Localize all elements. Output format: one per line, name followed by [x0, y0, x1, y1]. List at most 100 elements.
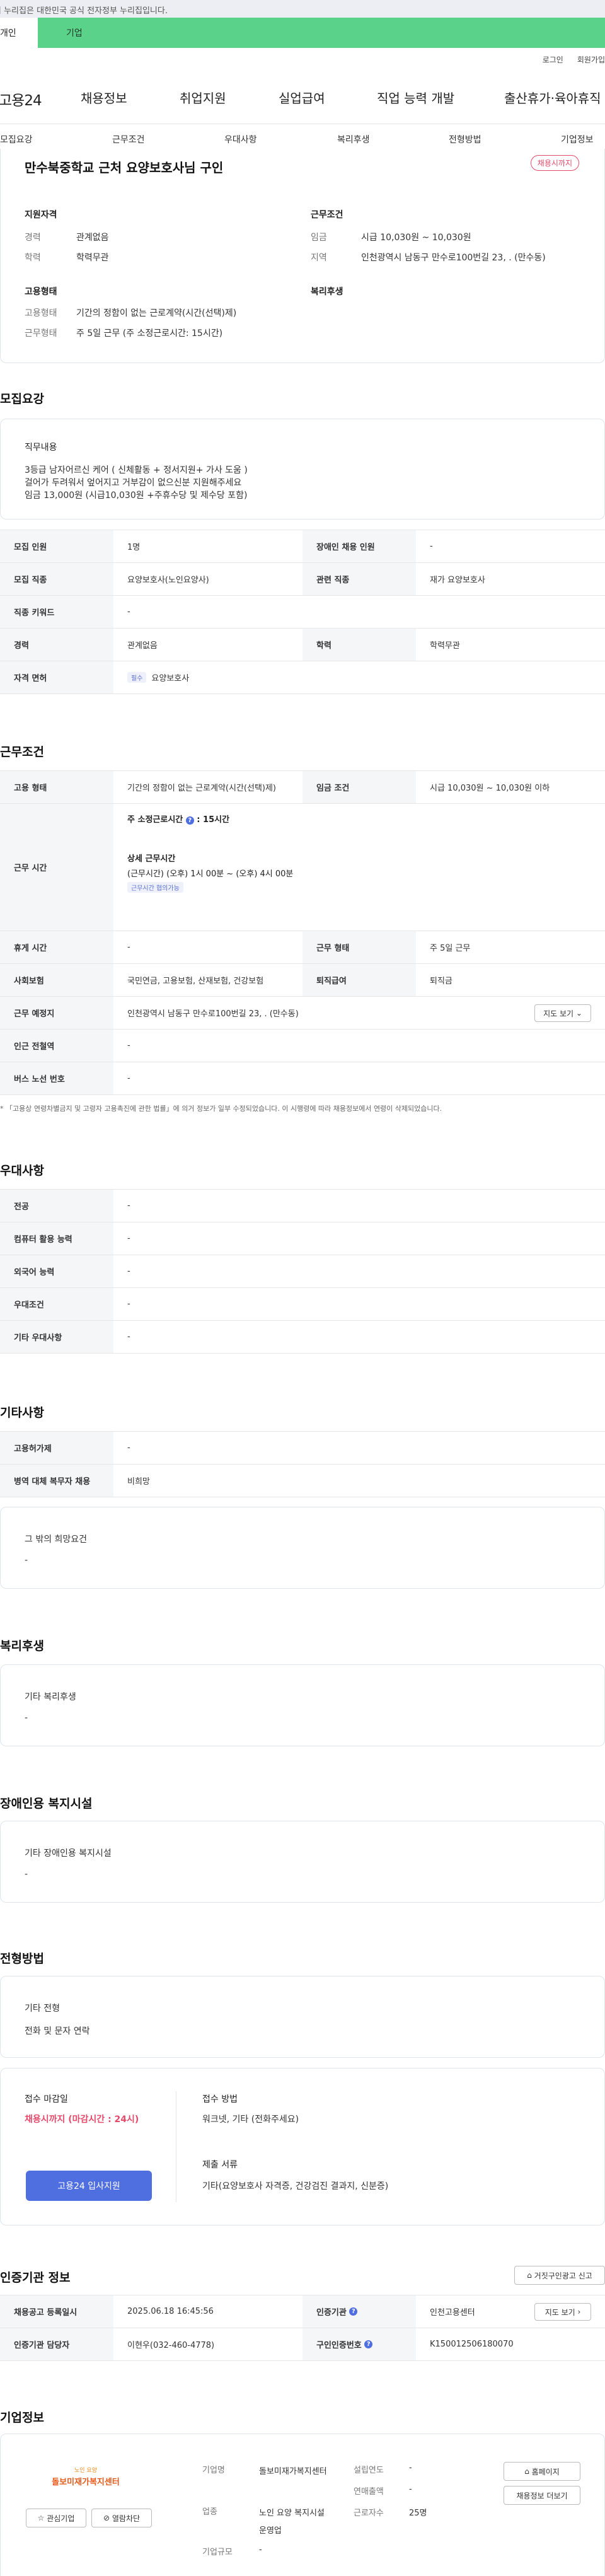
row-value: -	[127, 943, 130, 952]
table-row: 인증기관 담당자 이현우(032-460-4778) 구인인증번호 ? K150012…	[0, 2328, 605, 2361]
table-row: 휴게 시간 - 근무 형태 주 5일 근무	[0, 931, 605, 964]
company-card: 노인 요양 돌보미재가복지센터 ☆ 관심기업 ⊘ 열람차단 기업명 돌보미재가복…	[0, 2434, 605, 2576]
section-tab-process[interactable]: 전형방법	[449, 133, 481, 146]
career-label: 경력	[25, 233, 41, 243]
weekly-hours: 주 소정근로시간 ? : 15시간	[127, 815, 230, 825]
row-header: 인근 전철역	[0, 1030, 113, 1062]
table-row: 채용공고 등록일시 2025.06.18 16:45:56 인증기관 ? 인천고용센터…	[0, 2295, 605, 2328]
row-header: 휴게 시간	[0, 931, 113, 963]
job-summary-card: 만수북중학교 근처 요양보호사님 구인 채용시까지 지원자격 경력 관계없음 학…	[0, 149, 605, 363]
education-value: 학력무관	[76, 253, 109, 263]
row-header: 근무 예정지	[0, 997, 113, 1029]
agency-map-button[interactable]: 지도 보기 ›	[534, 2303, 591, 2321]
row-value: 인천고용센터	[430, 2308, 475, 2318]
logo-small-text: 노인 요양	[74, 2468, 97, 2474]
section-tab-welfare[interactable]: 복리후생	[337, 133, 370, 146]
gov-banner: 이 누리집은 대한민국 공식 전자정부 누리집입니다.	[0, 0, 605, 18]
row-value: 기간의 정함이 없는 근로계약(시간(선택)제)	[127, 784, 277, 793]
section-tab-preferences[interactable]: 우대사항	[224, 133, 257, 146]
gov-banner-text: 이 누리집은 대한민국 공식 전자정부 누리집입니다.	[0, 6, 168, 16]
industry-label: 업종	[202, 2507, 217, 2517]
table-row: 전공 -	[0, 1190, 605, 1222]
row-value: -	[127, 1074, 130, 1083]
row-value: -	[127, 1234, 130, 1243]
duty-line: 임금 13,000원 (시급10,030원 +주휴수당 및 제수당 포함)	[25, 490, 248, 501]
homepage-button[interactable]: ⌂ 홈페이지	[504, 2462, 580, 2481]
info-icon[interactable]: ?	[364, 2340, 373, 2348]
weekly-hours-value: 15시간	[203, 815, 230, 825]
method-value: 워크넷, 기타 (전화주세요)	[202, 2115, 299, 2125]
method-label: 접수 방법	[202, 2094, 238, 2104]
row-value: -	[127, 1443, 130, 1453]
site-logo[interactable]: 고용24	[0, 88, 42, 110]
row-value: 관계없음	[127, 641, 158, 651]
agency-table: 채용공고 등록일시 2025.06.18 16:45:56 인증기관 ? 인천고용센터…	[0, 2295, 605, 2361]
user-type-tabs: 개인 기업	[0, 18, 605, 48]
row-value: K150012506180070	[430, 2340, 514, 2349]
company-name-value: 돌보미재가복지센터	[259, 2467, 327, 2476]
block-icon: ⊘	[103, 2514, 110, 2522]
gnb-item-jobs[interactable]: 채용정보	[81, 88, 127, 107]
conditions-table: 고용 형태 기간의 정함이 없는 근로계약(시간(선택)제) 임금 조건 시급 10,…	[0, 770, 605, 1095]
section-heading-recruit: 모집요강	[0, 392, 44, 406]
follow-company-button[interactable]: ☆ 관심기업	[26, 2509, 86, 2527]
block-company-button[interactable]: ⊘ 열람차단	[91, 2509, 152, 2527]
table-row: 버스 노선 번호 -	[0, 1062, 605, 1095]
apply-button[interactable]: 고용24 입사지원	[26, 2171, 152, 2201]
login-link[interactable]: 로그인	[543, 55, 563, 64]
section-heading-company: 기업정보	[0, 2411, 44, 2425]
row-value: 2025.06.18 16:45:56	[127, 2307, 214, 2316]
table-row: 외국어 능력 -	[0, 1255, 605, 1288]
row-header: 고용 형태	[0, 771, 113, 803]
utility-links: 로그인 회원가입	[529, 54, 605, 65]
extra-requirements-card: 그 밖의 희망요건 -	[0, 1507, 605, 1589]
section-tab-recruit[interactable]: 모집요강	[0, 133, 33, 146]
tab-company-label: 기업	[66, 28, 83, 38]
wage-label: 임금	[311, 233, 327, 243]
conditions-heading: 근무조건	[311, 210, 343, 220]
map-button[interactable]: 지도 보기 ⌄	[534, 1004, 591, 1022]
tab-personal[interactable]: 개인	[0, 18, 38, 48]
disabled-facilities-card: 기타 장애인용 복지시설 -	[0, 1821, 605, 1903]
table-row: 직종 키워드 -	[0, 596, 605, 629]
row-header: 근무 시간	[0, 804, 113, 931]
more-jobs-button[interactable]: 채용정보 더보기	[504, 2486, 580, 2505]
section-tab-conditions[interactable]: 근무조건	[112, 133, 145, 146]
extra-requirements-value: -	[25, 1555, 28, 1565]
row-header: 사회보험	[0, 964, 113, 996]
revenue-label: 연매출액	[354, 2487, 384, 2497]
org-label: 인증기관	[316, 2308, 347, 2318]
row-value: -	[127, 607, 130, 617]
row-header: 채용공고 등록일시	[0, 2295, 113, 2328]
docs-label: 제출 서류	[202, 2160, 238, 2170]
region-label: 지역	[311, 253, 327, 263]
emp-type-label: 고용형태	[25, 308, 57, 318]
section-tab-company[interactable]: 기업정보	[561, 133, 594, 146]
wage-value: 시급 10,030원 ~ 10,030원	[361, 233, 471, 243]
disabled-facilities-value: -	[25, 1869, 28, 1879]
tab-company[interactable]: 기업	[38, 18, 605, 48]
duty-line: 3등급 남자어르신 케어 ( 신체활동 + 정서지원+ 가사 도움 )	[25, 465, 248, 475]
gnb-item-unemployment[interactable]: 실업급여	[279, 88, 325, 107]
info-icon[interactable]: ?	[185, 816, 194, 825]
table-row: 모집 직종 요양보호사(노인요양사) 관련 직종 재가 요양보호사	[0, 563, 605, 596]
report-button[interactable]: ⌂ 거짓구인광고 신고	[514, 2266, 605, 2285]
row-value: -	[127, 1332, 130, 1342]
employees-value: 25명	[409, 2509, 427, 2518]
row-header: 퇴직급여	[302, 964, 416, 996]
row-value: 비희망	[127, 1477, 150, 1487]
section-heading-preferences: 우대사항	[0, 1164, 44, 1178]
detail-hours-value: (근무시간) (오후) 1시 00분 ~ (오후) 4시 00분	[127, 869, 294, 879]
company-scale-label: 기업규모	[202, 2548, 233, 2557]
agency-map-button-label: 지도 보기	[544, 2307, 575, 2317]
info-icon[interactable]: ?	[349, 2307, 358, 2316]
signup-link[interactable]: 회원가입	[577, 55, 605, 64]
row-header: 컴퓨터 활용 능력	[0, 1222, 113, 1255]
gnb-item-training[interactable]: 직업 능력 개발	[377, 88, 454, 107]
gnb-item-parental-leave[interactable]: 출산휴가·육아휴직	[504, 88, 601, 107]
home-icon: ⌂	[524, 2467, 529, 2476]
table-row: 경력 관계없음 학력 학력무관	[0, 629, 605, 661]
gnb-item-employment-support[interactable]: 취업지원	[180, 88, 226, 107]
star-icon: ☆	[37, 2514, 45, 2522]
docs-value: 기타(요양보호사 자격증, 건강검진 결과지, 신분증)	[202, 2181, 389, 2191]
